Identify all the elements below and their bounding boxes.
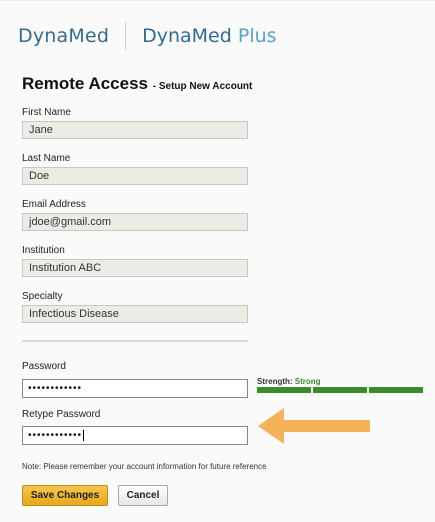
dynamed-logo: DynaMed — [18, 25, 110, 47]
institution-label: Institution — [22, 245, 65, 256]
strength-segment — [257, 387, 311, 393]
strength-segment — [313, 387, 367, 393]
retype-password-input[interactable]: •••••••••••• — [22, 426, 248, 445]
specialty-label: Specialty — [22, 291, 63, 302]
save-changes-button[interactable]: Save Changes — [22, 485, 108, 506]
strength-label: Strength: — [257, 377, 293, 386]
email-label: Email Address — [22, 199, 86, 210]
page-frame: DynaMed DynaMed Plus Remote Access - Set… — [0, 0, 435, 522]
last-name-label: Last Name — [22, 153, 71, 164]
specialty-field[interactable]: Infectious Disease — [22, 305, 248, 323]
email-field[interactable]: jdoe@gmail.com — [22, 213, 248, 231]
page-title-main: Remote Access — [22, 74, 148, 93]
text-caret — [83, 430, 85, 441]
last-name-field[interactable]: Doe — [22, 167, 248, 185]
form-divider — [22, 340, 248, 342]
first-name-field[interactable]: Jane — [22, 121, 248, 139]
password-input[interactable]: •••••••••••• — [22, 379, 248, 398]
strength-meter — [257, 387, 423, 393]
logo-separator — [125, 22, 127, 50]
left-arrow-icon — [258, 408, 370, 444]
strength-segment — [369, 387, 423, 393]
dynamed-plus-logo: DynaMed Plus — [142, 25, 276, 47]
page-subtitle: - Setup New Account — [152, 81, 253, 92]
password-strength: Strength: Strong — [257, 377, 321, 386]
strength-value: Strong — [294, 377, 321, 386]
institution-field[interactable]: Institution ABC — [22, 259, 248, 277]
logo-plus-main: DynaMed — [142, 25, 232, 47]
account-note: Note: Please remember your account infor… — [22, 462, 267, 471]
cancel-button[interactable]: Cancel — [118, 485, 168, 506]
logo-bar: DynaMed DynaMed Plus — [18, 21, 277, 51]
password-label: Password — [22, 361, 66, 372]
retype-password-label: Retype Password — [22, 409, 101, 420]
page-title: Remote Access - Setup New Account — [22, 74, 252, 94]
logo-plus-word: Plus — [237, 25, 277, 47]
first-name-label: First Name — [22, 107, 71, 118]
retype-password-value: •••••••••••• — [28, 430, 83, 442]
